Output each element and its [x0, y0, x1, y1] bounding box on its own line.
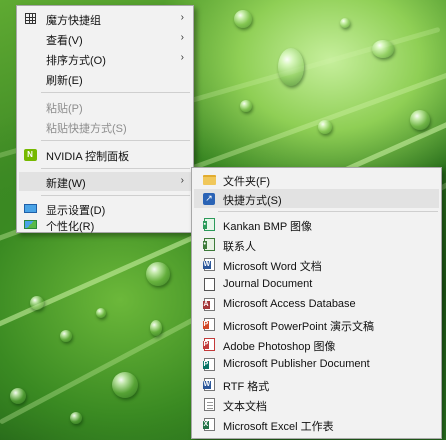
- water-drop: [112, 372, 138, 398]
- menu-item-label: 排序方式(O): [46, 55, 106, 67]
- menu-item-nvidia-control-panel[interactable]: N NVIDIA 控制面板: [19, 145, 191, 164]
- bmp-image-icon: ▪: [201, 217, 217, 232]
- submenu-item-label: Microsoft PowerPoint 演示文稿: [223, 321, 374, 333]
- submenu-item-photoshop[interactable]: P Adobe Photoshop 图像: [194, 335, 439, 354]
- water-drop: [234, 10, 252, 28]
- menu-item-label: 个性化(R): [46, 221, 95, 233]
- submenu-item-label: 联系人: [223, 241, 256, 253]
- desktop-context-menu: 魔方快捷组 › 查看(V) › 排序方式(O) › 刷新(E) 粘贴(P) 粘贴…: [16, 5, 194, 233]
- grid-icon: [22, 11, 38, 26]
- submenu-item-excel[interactable]: X Microsoft Excel 工作表: [194, 415, 439, 434]
- submenu-item-label: 文件夹(F): [223, 176, 271, 188]
- menu-item-label: 查看(V): [46, 35, 83, 47]
- submenu-item-contact[interactable]: • 联系人: [194, 235, 439, 254]
- menu-separator: [41, 195, 190, 196]
- menu-item-label: 粘贴快捷方式(S): [46, 123, 127, 135]
- submenu-item-kankan-bmp[interactable]: ▪ Kankan BMP 图像: [194, 215, 439, 234]
- menu-item-label: 刷新(E): [46, 75, 83, 87]
- submenu-item-publisher[interactable]: P Microsoft Publisher Document: [194, 355, 439, 374]
- rtf-icon: W: [201, 377, 217, 392]
- journal-icon: [201, 277, 217, 292]
- shortcut-icon: ↗: [201, 191, 217, 206]
- submenu-item-shortcut[interactable]: ↗ 快捷方式(S): [194, 189, 439, 208]
- menu-item-paste[interactable]: 粘贴(P): [19, 97, 191, 116]
- water-drop: [60, 330, 72, 342]
- submenu-item-label: Adobe Photoshop 图像: [223, 341, 336, 353]
- submenu-arrow-icon: ›: [180, 12, 184, 23]
- folder-icon: [201, 172, 217, 187]
- submenu-arrow-icon: ›: [180, 52, 184, 63]
- submenu-item-label: Microsoft Excel 工作表: [223, 421, 334, 433]
- menu-item-personalize[interactable]: 个性化(R): [19, 217, 191, 233]
- text-document-icon: [201, 397, 217, 412]
- menu-item-view[interactable]: 查看(V) ›: [19, 29, 191, 48]
- menu-separator: [218, 211, 438, 212]
- submenu-item-label: 文本文档: [223, 401, 267, 413]
- submenu-item-text-document[interactable]: 文本文档: [194, 395, 439, 414]
- water-drop: [30, 296, 44, 310]
- submenu-item-label: Journal Document: [223, 278, 313, 290]
- submenu-item-folder[interactable]: 文件夹(F): [194, 170, 439, 189]
- menu-item-mofang-quick-group[interactable]: 魔方快捷组 ›: [19, 9, 191, 28]
- submenu-item-label: Microsoft Access Database: [223, 298, 356, 310]
- publisher-icon: P: [201, 357, 217, 372]
- powerpoint-icon: P: [201, 317, 217, 332]
- menu-item-label: 魔方快捷组: [46, 15, 101, 27]
- menu-separator: [41, 140, 190, 141]
- excel-icon: X: [201, 417, 217, 432]
- submenu-item-journal[interactable]: Journal Document: [194, 275, 439, 294]
- submenu-item-label: Microsoft Word 文档: [223, 261, 322, 273]
- personalize-icon: [22, 217, 38, 232]
- water-drop: [410, 110, 430, 130]
- submenu-item-label: 快捷方式(S): [223, 195, 282, 207]
- submenu-item-rtf[interactable]: W RTF 格式: [194, 375, 439, 394]
- water-drop: [240, 100, 252, 112]
- menu-item-paste-shortcut[interactable]: 粘贴快捷方式(S): [19, 117, 191, 136]
- menu-item-sort-by[interactable]: 排序方式(O) ›: [19, 49, 191, 68]
- nvidia-icon: N: [22, 147, 38, 162]
- contact-icon: •: [201, 237, 217, 252]
- water-drop: [70, 412, 82, 424]
- submenu-arrow-icon: ›: [180, 175, 184, 186]
- water-drop: [146, 262, 170, 286]
- menu-item-label: 显示设置(D): [46, 205, 106, 217]
- menu-item-label: 粘贴(P): [46, 103, 83, 115]
- water-drop: [150, 320, 162, 336]
- water-drop: [372, 40, 394, 58]
- submenu-arrow-icon: ›: [180, 32, 184, 43]
- submenu-item-label: Kankan BMP 图像: [223, 221, 313, 233]
- menu-item-new[interactable]: 新建(W) ›: [19, 172, 191, 191]
- submenu-item-label: RTF 格式: [223, 381, 270, 393]
- display-settings-icon: [22, 201, 38, 216]
- menu-separator: [41, 168, 190, 169]
- water-drop: [278, 48, 304, 86]
- water-drop: [318, 120, 332, 134]
- menu-item-label: 新建(W): [46, 178, 86, 190]
- water-drop: [10, 388, 26, 404]
- submenu-item-label: Microsoft Publisher Document: [223, 358, 370, 370]
- new-submenu: 文件夹(F) ↗ 快捷方式(S) ▪ Kankan BMP 图像 • 联系人 W…: [191, 167, 442, 439]
- menu-item-display-settings[interactable]: 显示设置(D): [19, 199, 191, 218]
- access-icon: A: [201, 297, 217, 312]
- menu-item-refresh[interactable]: 刷新(E): [19, 69, 191, 88]
- submenu-item-word[interactable]: W Microsoft Word 文档: [194, 255, 439, 274]
- water-drop: [96, 308, 106, 318]
- word-icon: W: [201, 257, 217, 272]
- photoshop-icon: P: [201, 337, 217, 352]
- submenu-item-access[interactable]: A Microsoft Access Database: [194, 295, 439, 314]
- menu-separator: [41, 92, 190, 93]
- menu-item-label: NVIDIA 控制面板: [46, 151, 130, 163]
- water-drop: [340, 18, 350, 28]
- submenu-item-powerpoint[interactable]: P Microsoft PowerPoint 演示文稿: [194, 315, 439, 334]
